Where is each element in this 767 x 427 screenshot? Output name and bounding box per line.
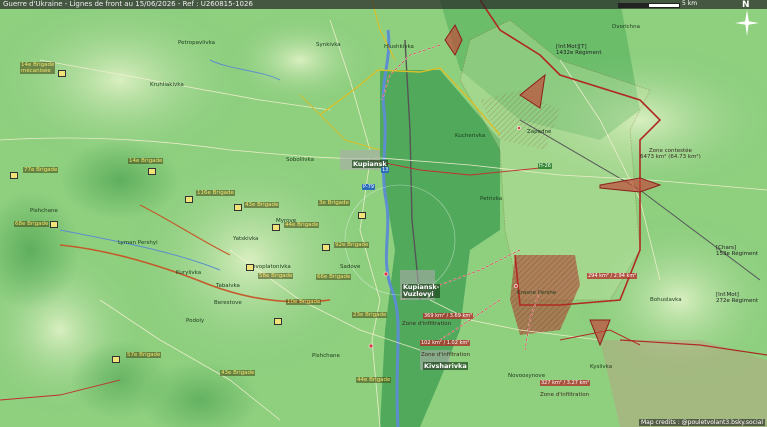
place-kupiansk-vuzlovyi[interactable]: Kupiansk- Vuzlovyi (402, 284, 441, 298)
ua-unit-icon (185, 196, 193, 203)
ua-unit-label[interactable]: 14e Brigade (128, 158, 164, 164)
place-synkivka[interactable]: Synkivka (316, 42, 341, 48)
place-kucherivka[interactable]: Kucherivka (455, 133, 485, 139)
ua-unit-icon (274, 318, 282, 325)
map-title: Guerre d'Ukraine - Lignes de front au 15… (3, 0, 253, 8)
ua-unit-label[interactable]: 116e Brigade (196, 190, 235, 196)
place-pishchane[interactable]: Pishchane (30, 208, 58, 214)
ua-unit-icon (148, 168, 156, 175)
road-shield-p79: P-79 (362, 184, 376, 190)
ru-zone-southeast (600, 340, 767, 427)
ua-unit-label[interactable]: 3e Brigade (318, 200, 350, 206)
place-tabaivka[interactable]: Tabaivka (216, 283, 240, 289)
front-map[interactable]: Guerre d'Ukraine - Lignes de front au 15… (0, 0, 767, 427)
place-novoosynove[interactable]: Novoosynove (508, 373, 545, 379)
ua-unit-label[interactable]: 44e Brigade (356, 377, 392, 383)
place-petrivka[interactable]: Petrivka (480, 196, 502, 202)
ua-unit-label[interactable]: 14e Brigade mécanisée (20, 62, 56, 74)
place-lyman-pershyi[interactable]: Lyman Pershyi (118, 240, 158, 246)
place-krasne-pershe[interactable]: Krasne Pershe (517, 290, 556, 296)
ua-unit-label[interactable]: 58e Brigade (258, 273, 294, 279)
infiltration-label-1: Zone d'infiltration (402, 321, 452, 327)
ua-unit-icon (272, 224, 280, 231)
place-novoplatonivka[interactable]: Novoplatonivka (248, 264, 291, 270)
ua-unit-icon (58, 70, 66, 77)
ua-unit-label[interactable]: 66e Brigade (316, 274, 352, 280)
ua-unit-label[interactable]: 57e Brigade (126, 352, 162, 358)
place-sadove[interactable]: Sadove (340, 264, 360, 270)
place-soboliivka[interactable]: Soboliivka (286, 157, 314, 163)
place-berestove[interactable]: Berestove (214, 300, 242, 306)
ru-unit-label[interactable]: [Chars] 153e Régiment (716, 245, 758, 257)
area-badge-2: 369 km² / 3.69 km² (423, 313, 474, 319)
infiltration-label-3: Zone d'infiltration (540, 392, 590, 398)
place-podoly[interactable]: Podoly (186, 318, 204, 324)
ua-unit-label[interactable]: 43e Brigade (244, 202, 280, 208)
place-petropavlivka[interactable]: Petropavlivka (178, 40, 215, 46)
ru-unit-label[interactable]: [Inf.Mot] 272e Régiment (716, 292, 758, 304)
compass-rose-icon: N (733, 0, 761, 40)
scale-bar (618, 3, 680, 8)
area-badge-1: 294 km² / 2.94 km² (587, 273, 638, 279)
ua-unit-icon (246, 264, 254, 271)
ua-unit-label[interactable]: 23e Brigade (352, 312, 388, 318)
place-dvorichna[interactable]: Dvorichna (612, 24, 640, 30)
road-shield-13: 13 (381, 167, 390, 173)
area-badge-4: 327 km² / 3.27 km² (540, 380, 591, 386)
ua-unit-icon (358, 212, 366, 219)
ua-unit-icon (50, 221, 58, 228)
area-badge-3: 102 km² / 1.02 km² (420, 340, 471, 346)
ua-unit-label[interactable]: 10e Brigade (286, 299, 322, 305)
scale-label: 5 km (682, 0, 698, 7)
place-bohuslavka[interactable]: Bohuslavka (650, 297, 682, 303)
ua-unit-icon (234, 204, 242, 211)
map-credit[interactable]: Map credits : @pouletvolant3.bsky.social (638, 419, 765, 426)
place-zapadne[interactable]: Zapadne (527, 129, 551, 135)
ua-unit-label[interactable]: 77e Brigade (23, 167, 59, 173)
place-yatskivka[interactable]: Yatskivka (233, 236, 258, 242)
ua-unit-icon (10, 172, 18, 179)
ru-unit-label[interactable]: [Inf.Mot][T] 1432e Régiment (556, 44, 602, 56)
ua-unit-icon (322, 244, 330, 251)
compass-north: N (742, 0, 750, 10)
ua-unit-label[interactable]: 92e Brigade (334, 242, 370, 248)
ua-unit-label[interactable]: 44e Brigade (284, 222, 320, 228)
place-pishchane-2[interactable]: Pishchane (312, 353, 340, 359)
contested-zone-label: Zone contestée 6473 km² (64.73 km²) (640, 148, 701, 160)
place-kyslivka[interactable]: Kyslivka (590, 364, 612, 370)
place-hlushkivka[interactable]: Hlushkivka (384, 44, 414, 50)
ua-unit-label[interactable]: 43e Brigade (220, 370, 256, 376)
place-kruhliakivka[interactable]: Kruhliakivka (150, 82, 184, 88)
ua-unit-label[interactable]: 68e Brigade (14, 221, 50, 227)
place-kurylivka[interactable]: Kurylivka (176, 270, 201, 276)
place-kivsharivka[interactable]: Kivsharivka (423, 362, 468, 370)
road-shield-h26: H-26 (538, 163, 552, 169)
infiltration-label-2: Zone d'infiltration (421, 352, 471, 358)
ua-unit-icon (112, 356, 120, 363)
